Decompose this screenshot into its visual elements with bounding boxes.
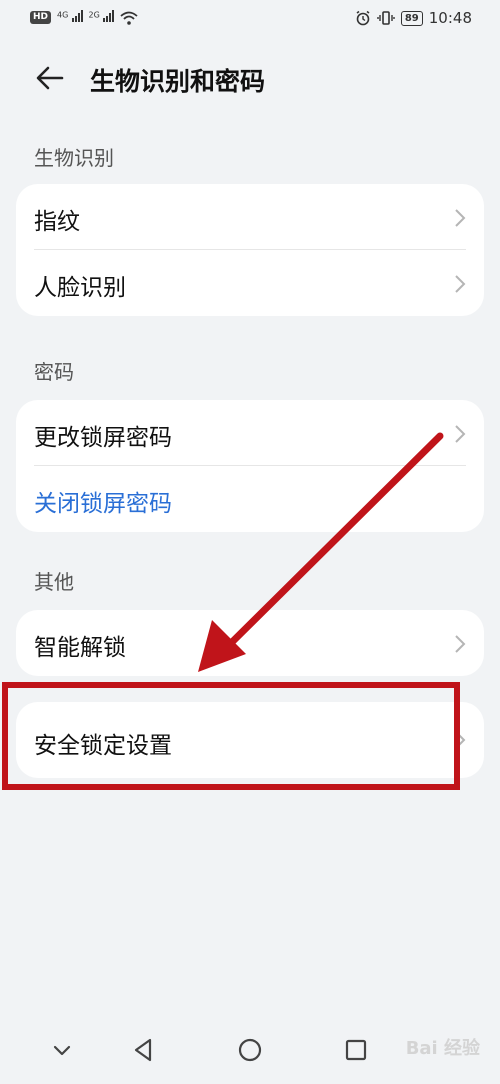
row-label: 智能解锁 [34,635,126,661]
status-right: 89 10:48 [355,9,472,27]
row-disable-lock-password[interactable]: 关闭锁屏密码 [16,466,484,532]
row-label: 指纹 [34,209,80,235]
chevron-right-icon [455,209,466,227]
chevron-right-icon [455,275,466,293]
card-password: 更改锁屏密码 关闭锁屏密码 [16,400,484,532]
status-left: HD 4G 2G [30,10,138,25]
clock: 10:48 [428,9,472,27]
section-label-other: 其他 [34,570,74,594]
section-label-password: 密码 [34,360,74,384]
row-label: 更改锁屏密码 [34,425,172,451]
chevron-right-icon [455,635,466,653]
row-face-recognition[interactable]: 人脸识别 [16,250,484,316]
watermark: Bai 经验 [405,1038,480,1059]
card-biometrics: 指纹 人脸识别 [16,184,484,316]
row-label: 人脸识别 [34,275,126,301]
chevron-down-icon[interactable] [46,1034,78,1066]
chevron-right-icon [455,425,466,443]
network-type-2: 2G [88,10,100,20]
hd-badge: HD [30,11,52,24]
nav-home-icon[interactable] [234,1034,266,1066]
row-label: 关闭锁屏密码 [34,491,172,517]
row-smart-unlock[interactable]: 智能解锁 [16,610,484,676]
nav-recents-icon[interactable] [340,1034,372,1066]
header: 生物识别和密码 [0,52,500,104]
row-change-lock-password[interactable]: 更改锁屏密码 [16,400,484,466]
battery-icon: 89 [400,10,423,26]
status-bar: HD 4G 2G 89 10:48 [0,0,500,38]
row-fingerprint[interactable]: 指纹 [16,184,484,250]
wifi-icon [120,11,138,25]
section-label-biometrics: 生物识别 [34,146,114,170]
signal-icon-2: 2G [89,10,114,25]
back-arrow-icon[interactable] [34,62,66,94]
vibrate-icon [377,11,395,25]
annotation-highlight-box [2,682,460,790]
page-title: 生物识别和密码 [90,67,266,96]
nav-back-icon[interactable] [128,1034,160,1066]
signal-icon-1: 4G [57,10,83,25]
card-smart-unlock: 智能解锁 [16,610,484,676]
alarm-icon [356,10,370,26]
network-type-1: 4G [57,10,69,20]
